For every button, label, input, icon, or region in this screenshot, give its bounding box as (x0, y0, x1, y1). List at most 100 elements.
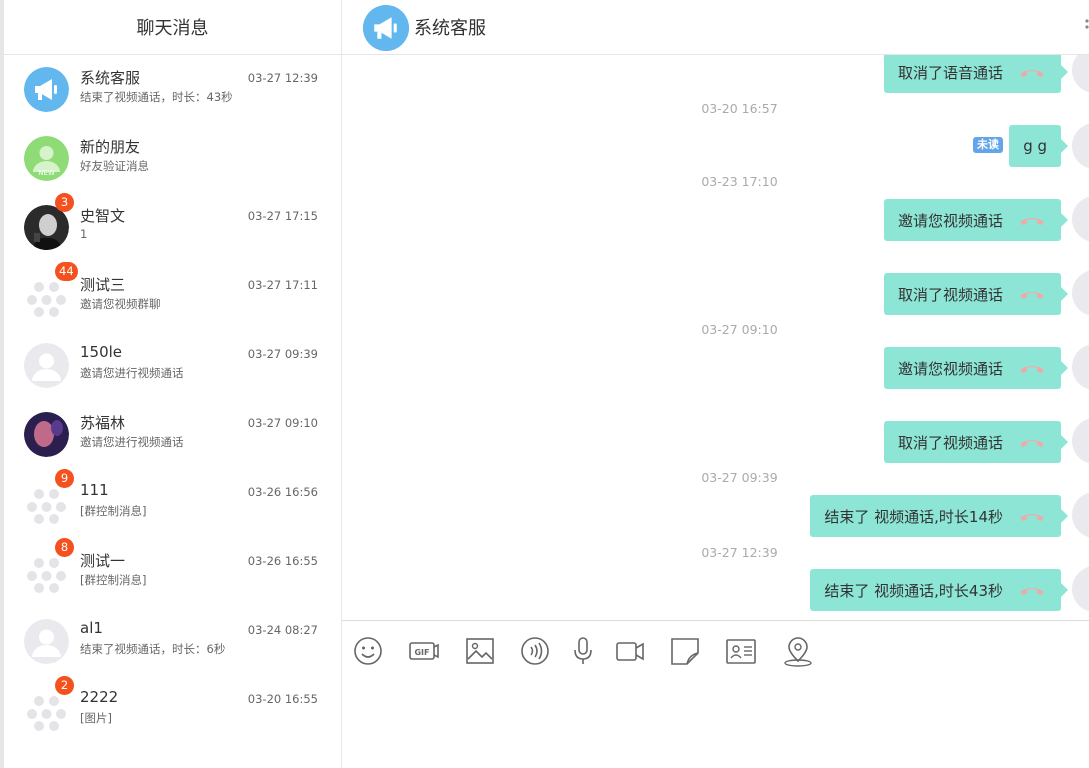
chat-header: 系统客服 (342, 0, 1089, 55)
message-bubble[interactable]: 邀请您视频通话 (883, 199, 1069, 241)
conversation-item-group[interactable]: 2 2222 [图片] 03-20 16:55 (4, 676, 342, 745)
conversation-sidebar: 聊天消息 系统客服 结束了视频通话，时长：43秒 03-27 12:39 NEW… (4, 0, 342, 768)
message-bubble[interactable]: 结束了 视频通话,时长43秒 (810, 569, 1068, 611)
message-text: 结束了 视频通话,时长43秒 (824, 581, 1003, 600)
message-bubble[interactable]: 结束了 视频通话,时长14秒 (810, 495, 1068, 537)
unread-count-badge: 9 (55, 469, 74, 488)
conversation-time: 03-27 17:15 (247, 209, 318, 223)
conversation-time: 03-27 09:10 (247, 416, 318, 430)
phone-hangup-icon (1017, 434, 1047, 450)
my-avatar (1072, 123, 1089, 169)
conversation-name: 测试一 (80, 552, 126, 570)
message-text: 取消了视频通话 (897, 285, 1003, 304)
conversation-item-user[interactable]: 150le 邀请您进行视频通话 03-27 09:39 (4, 331, 342, 400)
message-timestamp: 03-27 09:39 (701, 470, 778, 485)
chat-title: 系统客服 (414, 18, 486, 39)
message-bubble[interactable]: 取消了视频通话 (883, 421, 1069, 463)
conversation-preview: [群控制消息] (80, 504, 147, 518)
phone-hangup-icon (1017, 360, 1047, 376)
phone-hangup-icon (1017, 508, 1047, 524)
message-text: 结束了 视频通话,时长14秒 (824, 507, 1003, 526)
phone-hangup-icon (1017, 286, 1047, 302)
message-text: 取消了视频通话 (897, 433, 1003, 452)
conversation-item-user[interactable]: 苏福林 邀请您进行视频通话 03-27 09:10 (4, 400, 342, 469)
conversation-time: 03-26 16:55 (247, 554, 318, 568)
voice-call-icon[interactable] (519, 635, 551, 667)
conversation-name: 111 (80, 481, 109, 499)
my-avatar (1072, 196, 1089, 242)
unread-count-badge: 44 (55, 262, 78, 281)
message-bubble[interactable]: 取消了视频通话 (883, 273, 1069, 315)
conversation-time: 03-27 12:39 (247, 71, 318, 85)
default-avatar-icon (24, 619, 69, 664)
file-icon[interactable] (669, 635, 701, 667)
my-avatar (1072, 418, 1089, 464)
megaphone-icon (24, 67, 69, 112)
conversation-preview: 邀请您进行视频通话 (80, 366, 184, 380)
message-text: 取消了语音通话 (897, 63, 1003, 82)
phone-hangup-icon (1017, 582, 1047, 598)
conversation-name: 新的朋友 (80, 138, 141, 156)
conversation-item-system-service[interactable]: 系统客服 结束了视频通话，时长：43秒 03-27 12:39 (4, 55, 342, 124)
conversation-item-user[interactable]: al1 结束了视频通话，时长：6秒 03-24 08:27 (4, 607, 342, 676)
conversation-preview: [群控制消息] (80, 573, 147, 587)
microphone-icon[interactable] (567, 635, 599, 667)
conversation-item-group[interactable]: 8 测试一 [群控制消息] 03-26 16:55 (4, 538, 342, 607)
conversation-preview: 好友验证消息 (80, 159, 149, 173)
unread-count-badge: 2 (55, 676, 74, 695)
location-icon[interactable] (782, 635, 814, 667)
svg-text:NEW: NEW (38, 169, 55, 177)
unread-count-badge: 3 (55, 193, 74, 212)
conversation-item-group[interactable]: 44 测试三 邀请您视频群聊 03-27 17:11 (4, 262, 342, 331)
conversation-item-user[interactable]: 3 史智文 1 03-27 17:15 (4, 193, 342, 262)
conversation-time: 03-24 08:27 (247, 623, 318, 637)
message-timestamp: 03-20 16:57 (701, 101, 778, 116)
conversation-preview: 邀请您视频群聊 (80, 297, 161, 311)
video-icon[interactable] (614, 635, 646, 667)
conversation-time: 03-20 16:55 (247, 692, 318, 706)
message-bubble[interactable]: 邀请您视频通话 (883, 347, 1069, 389)
gif-icon[interactable]: GIF (408, 635, 440, 667)
conversation-name: 史智文 (80, 207, 126, 225)
conversation-time: 03-27 17:11 (247, 278, 318, 292)
conversation-item-group[interactable]: 9 111 [群控制消息] 03-26 16:56 (4, 469, 342, 538)
conversation-name: al1 (80, 619, 103, 637)
user-photo-avatar (24, 412, 69, 457)
conversation-preview: 结束了视频通话，时长：6秒 (80, 642, 226, 656)
conversation-preview: [图片] (80, 711, 112, 725)
message-text: 邀请您视频通话 (897, 359, 1003, 378)
conversation-preview: 邀请您进行视频通话 (80, 435, 184, 449)
conversation-preview: 结束了视频通话，时长：43秒 (80, 90, 233, 104)
image-icon[interactable] (464, 635, 496, 667)
emoji-icon[interactable] (352, 635, 384, 667)
message-list[interactable]: 取消了语音通话 03-20 16:57 未读 g g 03-23 17:10 邀… (342, 55, 1089, 620)
new-friend-icon: NEW (24, 136, 69, 181)
message-text: 邀请您视频通话 (897, 211, 1003, 230)
conversation-time: 03-26 16:56 (247, 485, 318, 499)
conversation-name: 2222 (80, 688, 119, 706)
message-bubble[interactable]: g g (1009, 125, 1068, 167)
unread-status-badge: 未读 (973, 137, 1003, 153)
phone-hangup-icon (1017, 64, 1047, 80)
conversation-name: 150le (80, 343, 123, 361)
phone-hangup-icon (1017, 212, 1047, 228)
message-text: g g (1023, 137, 1047, 155)
message-bubble[interactable]: 取消了语音通话 (883, 55, 1069, 93)
conversation-item-new-friends[interactable]: NEW 新的朋友 好友验证消息 (4, 124, 342, 193)
megaphone-icon[interactable] (363, 5, 409, 51)
more-options-icon[interactable] (1083, 18, 1089, 38)
conversation-time: 03-27 09:39 (247, 347, 318, 361)
contact-card-icon[interactable] (725, 635, 757, 667)
sidebar-title: 聊天消息 (4, 0, 341, 55)
unread-count-badge: 8 (55, 538, 74, 557)
my-avatar (1072, 55, 1089, 93)
svg-text:GIF: GIF (414, 648, 429, 657)
conversation-name: 系统客服 (80, 69, 141, 87)
my-avatar (1072, 344, 1089, 390)
message-timestamp: 03-23 17:10 (701, 174, 778, 189)
conversation-name: 测试三 (80, 276, 126, 294)
my-avatar (1072, 492, 1089, 538)
input-toolbar: GIF (342, 620, 1089, 768)
my-avatar (1072, 270, 1089, 316)
default-avatar-icon (24, 343, 69, 388)
